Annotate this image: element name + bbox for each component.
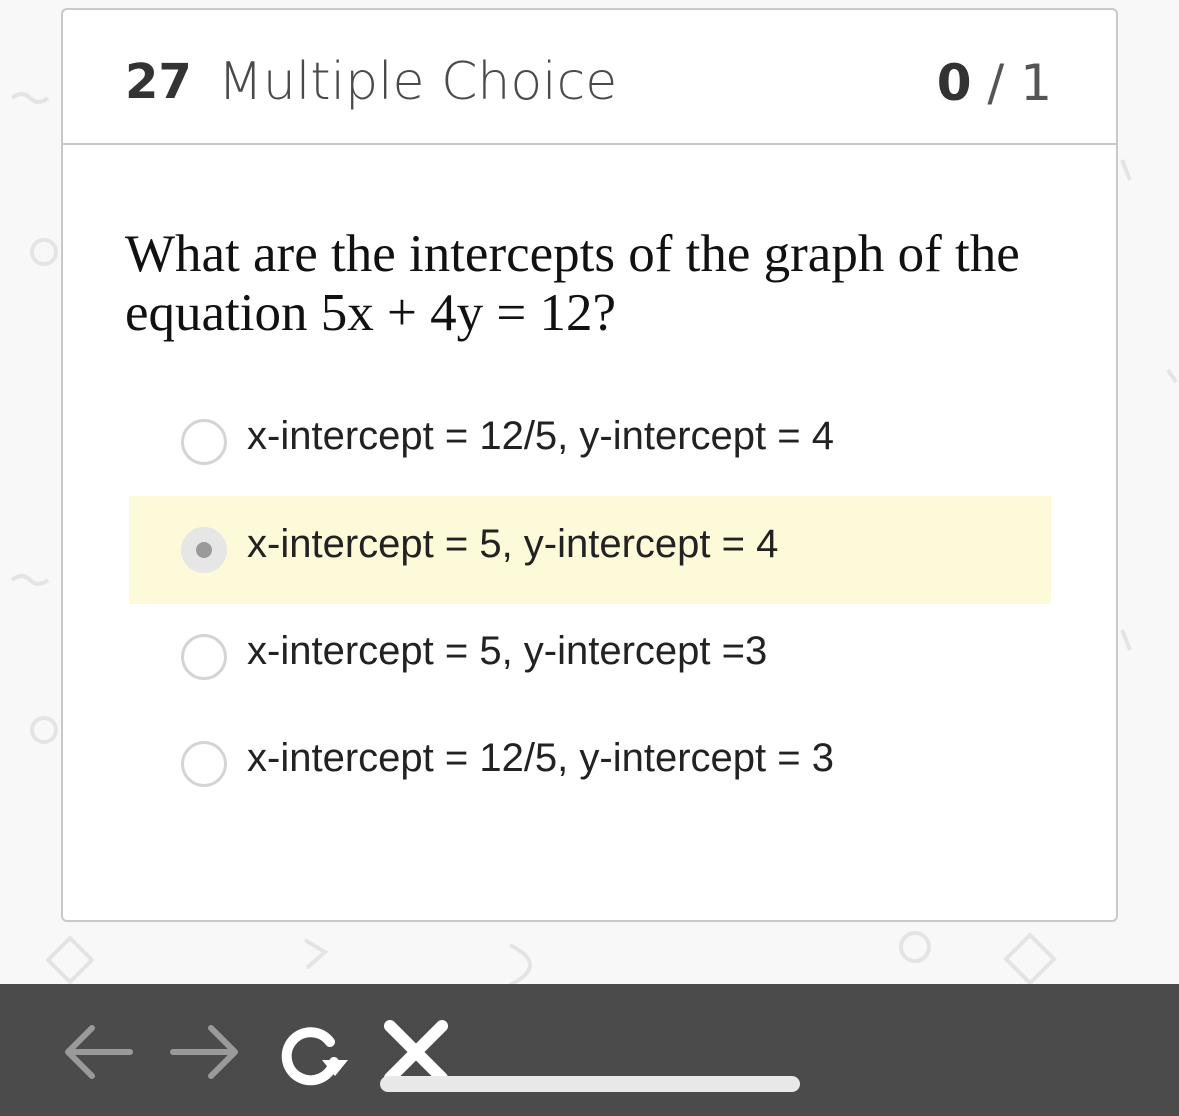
question-card: 27 Multiple Choice 0 / 1 What are the in… xyxy=(61,8,1118,922)
question-header: 27 Multiple Choice 0 / 1 xyxy=(63,10,1116,145)
radio-button[interactable] xyxy=(181,634,227,680)
prompt-equation: 5x + 4y = 12? xyxy=(320,284,617,342)
score-separator: / xyxy=(987,54,1005,112)
radio-button[interactable] xyxy=(181,527,227,573)
choice-label: x-intercept = 5, y-intercept = 4 xyxy=(247,522,779,566)
question-number: 27 xyxy=(125,54,192,110)
score-total: 1 xyxy=(1020,54,1052,112)
choice-label: x-intercept = 12/5, y-intercept = 3 xyxy=(247,736,834,780)
answer-choice-4[interactable]: x-intercept = 12/5, y-intercept = 3 xyxy=(129,710,1051,818)
answer-choice-2[interactable]: x-intercept = 5, y-intercept = 4 xyxy=(129,496,1051,604)
back-arrow-icon[interactable] xyxy=(60,1014,140,1094)
question-type: Multiple Choice xyxy=(218,52,618,112)
choice-label: x-intercept = 12/5, y-intercept = 4 xyxy=(247,414,834,458)
page: 27 Multiple Choice 0 / 1 What are the in… xyxy=(0,0,1179,1116)
choice-label: x-intercept = 5, y-intercept =3 xyxy=(247,629,768,673)
radio-dot-icon xyxy=(196,542,212,558)
score: 0 / 1 xyxy=(937,54,1052,112)
browser-toolbar xyxy=(0,984,1179,1116)
refresh-icon[interactable] xyxy=(272,1014,352,1094)
answer-choice-1[interactable]: x-intercept = 12/5, y-intercept = 4 xyxy=(129,388,1051,496)
question-prompt: What are the intercepts of the graph of … xyxy=(125,225,1065,343)
radio-button[interactable] xyxy=(181,419,227,465)
answer-choice-3[interactable]: x-intercept = 5, y-intercept =3 xyxy=(129,603,1051,711)
radio-button[interactable] xyxy=(181,741,227,787)
home-indicator[interactable] xyxy=(380,1076,800,1092)
forward-arrow-icon[interactable] xyxy=(165,1014,245,1094)
score-earned: 0 xyxy=(936,54,972,112)
